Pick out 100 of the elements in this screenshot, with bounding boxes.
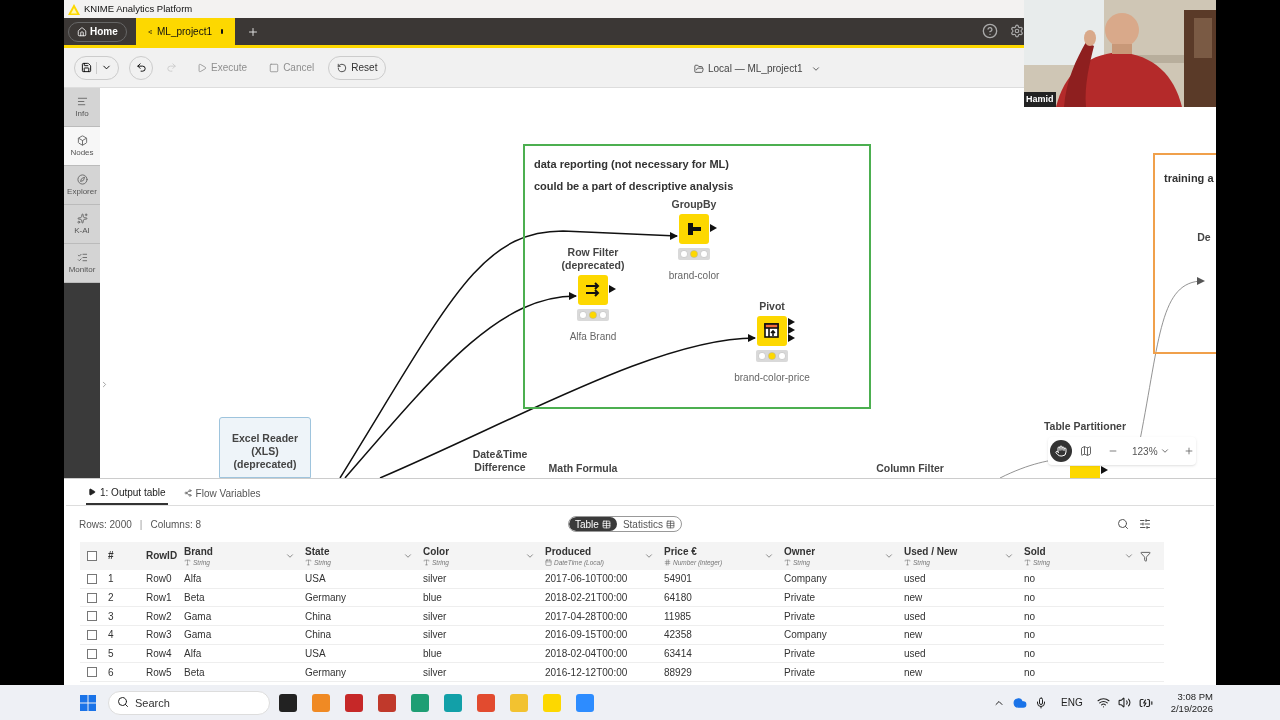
column-header[interactable]: Brand <box>184 545 285 558</box>
table-cell-text: 54901 <box>663 572 693 587</box>
table-cell-text: 63414 <box>663 647 693 662</box>
type-icon <box>184 558 191 566</box>
column-header[interactable]: # <box>108 550 136 562</box>
select-all-checkbox[interactable] <box>87 551 97 561</box>
cloud-icon[interactable] <box>1013 695 1027 710</box>
wifi-icon[interactable] <box>1096 696 1110 709</box>
node-icon[interactable] <box>1070 466 1110 478</box>
table-cell-text: Beta <box>183 591 206 606</box>
table-cell-text: Alfa <box>183 647 203 662</box>
table-cell-text: 11985 <box>663 609 693 624</box>
settings-icon[interactable] <box>1139 518 1151 530</box>
node-title: De <box>1196 231 1212 244</box>
location-dropdown[interactable]: Local — ML_project1 <box>694 61 821 76</box>
app-icon[interactable] <box>279 693 297 712</box>
info-icon <box>76 96 88 107</box>
row-checkbox[interactable] <box>87 573 97 584</box>
table-cell-text: used <box>903 609 927 624</box>
kai-icon <box>76 213 88 224</box>
type-icon <box>904 558 911 566</box>
search-icon[interactable] <box>1117 518 1129 530</box>
table-cell-text: Private <box>783 647 817 662</box>
search-field[interactable]: Search <box>108 691 270 715</box>
node-title: GroupBy <box>671 198 717 211</box>
row-checkbox[interactable] <box>87 592 97 603</box>
column-header[interactable]: Price € <box>664 545 764 558</box>
column-count: Columns: 8 <box>150 517 201 532</box>
settings-icon[interactable] <box>1010 24 1024 38</box>
clock-date[interactable]: 2/19/2026 <box>1170 702 1213 715</box>
table-cell-text: no <box>1023 628 1037 643</box>
microphone-icon[interactable] <box>1035 696 1047 709</box>
column-header[interactable]: Used / New <box>904 545 1004 558</box>
row-checkbox[interactable] <box>87 667 97 678</box>
annotation-text: could be a part of descriptive analysis <box>534 179 735 194</box>
help-icon[interactable] <box>982 23 998 39</box>
table-cell-text: USA <box>304 647 327 662</box>
table-cell-text: 2017-06-10T00:00 <box>544 572 629 587</box>
language-indicator[interactable]: ENG <box>1061 695 1083 710</box>
node-icon[interactable] <box>757 316 797 346</box>
filter-icon[interactable] <box>1140 550 1151 562</box>
column-header[interactable]: Owner <box>784 545 884 558</box>
table-cell-text: 3 <box>107 609 115 624</box>
row-checkbox[interactable] <box>87 648 97 659</box>
table-icon <box>601 519 611 529</box>
table-cell-text: Row4 <box>145 647 173 662</box>
table-cell-text: Row2 <box>145 609 173 624</box>
node-label: brand-color <box>668 269 720 283</box>
table-cell-text: 2 <box>107 591 115 606</box>
column-header[interactable]: Produced <box>545 545 644 558</box>
sidebar-item[interactable]: Monitor <box>64 244 100 283</box>
share-icon <box>183 489 192 497</box>
table-cell-text: Germany <box>304 591 348 606</box>
node-title: Pivot <box>759 300 785 313</box>
node-label: Alfa Brand <box>569 330 617 344</box>
table-cell-text: silver <box>422 609 448 624</box>
new-tab-icon[interactable] <box>247 25 259 38</box>
sidebar-item[interactable]: K-AI <box>64 205 100 244</box>
table-cell-text: China <box>304 609 333 624</box>
sidebar-item[interactable]: Info <box>64 88 100 127</box>
row-checkbox[interactable] <box>87 611 97 622</box>
column-header[interactable]: Sold <box>1024 545 1124 558</box>
table-cell-text: silver <box>422 665 448 680</box>
undo-icon <box>135 62 147 73</box>
type-icon <box>664 558 671 566</box>
node-icon[interactable] <box>578 275 618 305</box>
node-title: Row Filter (deprecated) <box>561 246 625 272</box>
window-title: KNIME Analytics Platform <box>84 1 193 16</box>
clock-time[interactable]: 3:08 PM <box>1177 690 1213 703</box>
node-title: Date&Time Difference <box>471 448 529 474</box>
column-header[interactable]: State <box>305 545 403 558</box>
node-icon[interactable] <box>679 214 719 244</box>
annotation-text: data reporting (not necessary for ML) <box>534 157 730 172</box>
view-toggle[interactable]: Statistics <box>616 517 681 531</box>
execute-icon <box>197 62 207 73</box>
row-checkbox[interactable] <box>87 629 97 640</box>
windows-icon[interactable] <box>80 694 96 711</box>
table-cell-text: Germany <box>304 665 348 680</box>
separator: | <box>139 517 143 532</box>
panel-tab[interactable]: 1: Output table <box>86 481 168 505</box>
zoom-in-icon[interactable] <box>1183 446 1194 456</box>
speaker-icon[interactable] <box>1117 696 1131 709</box>
panel-tab[interactable]: Flow Variables <box>181 481 263 505</box>
sidebar-item[interactable]: Nodes <box>64 127 100 166</box>
minimap-icon[interactable] <box>1080 445 1092 457</box>
pan-mode-button[interactable] <box>1050 440 1072 462</box>
nodes-icon <box>76 135 88 146</box>
table-cell-text: no <box>1023 572 1037 587</box>
zoom-level-dropdown[interactable]: 123% <box>1132 443 1170 459</box>
type-icon <box>545 558 552 566</box>
view-toggle[interactable]: Table <box>569 517 617 531</box>
table-cell-text: 2016-09-15T00:00 <box>544 628 629 643</box>
table-cell-text: new <box>903 665 924 680</box>
sidebar-item[interactable]: Explorer <box>64 166 100 205</box>
column-header[interactable]: Color <box>423 545 525 558</box>
cancel-icon <box>269 62 280 73</box>
workflow-tab[interactable]: ML_project1 <box>136 18 235 45</box>
table-icon <box>665 519 675 529</box>
column-header[interactable]: RowID <box>146 550 178 562</box>
table-cell-text: 88929 <box>663 665 693 680</box>
